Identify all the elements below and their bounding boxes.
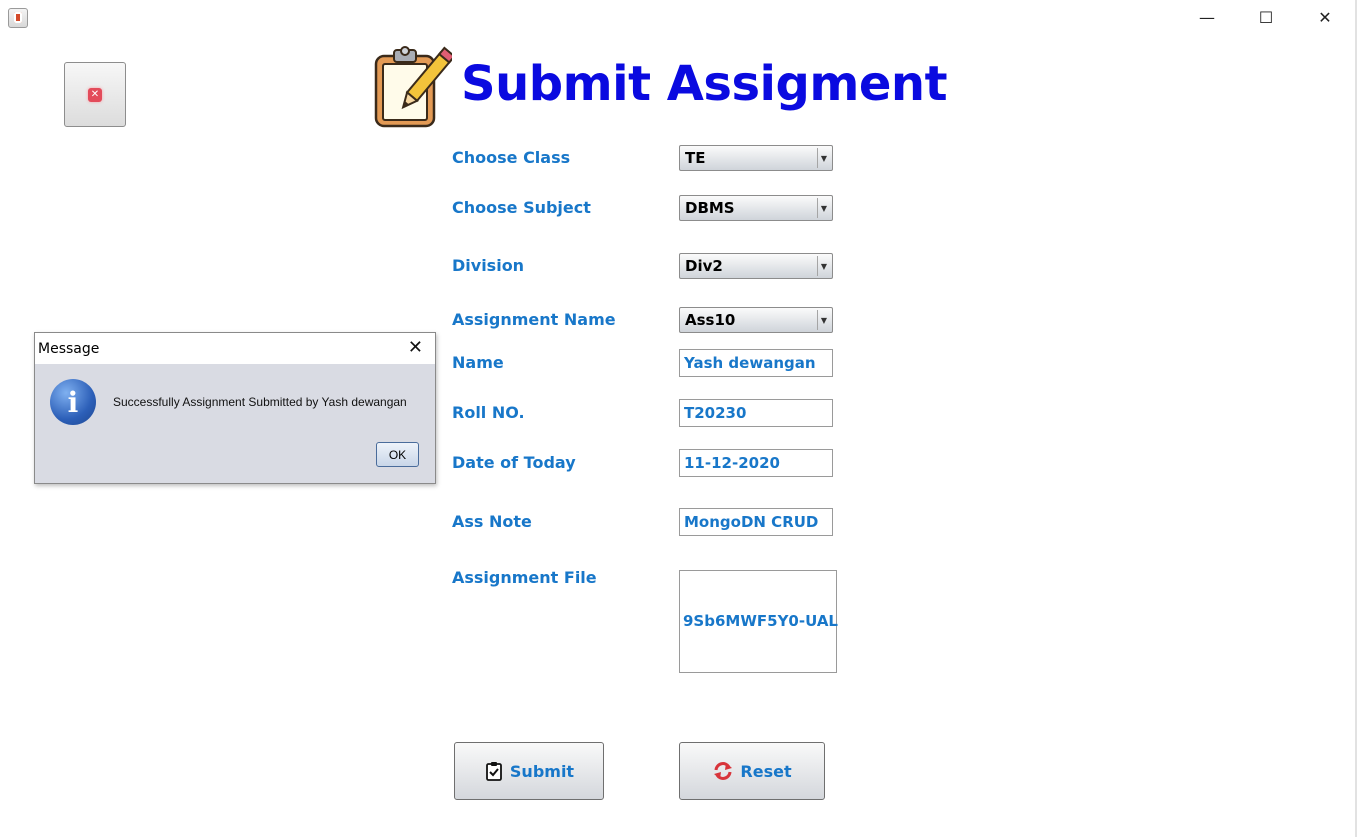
date-field[interactable]: 11-12-2020 [679, 449, 833, 477]
roll-field[interactable]: T20230 [679, 399, 833, 427]
close-icon: ✕ [88, 87, 102, 102]
division-select-value: Div2 [685, 257, 723, 275]
maximize-button[interactable]: ☐ [1237, 0, 1295, 34]
file-label: Assignment File [452, 568, 597, 587]
reset-button-label: Reset [740, 761, 792, 781]
assignment-file-field[interactable]: 9Sb6MWF5Y0-UAL [679, 570, 838, 673]
roll-field-value: T20230 [684, 404, 747, 422]
assignment-name-select-value: Ass10 [685, 311, 736, 329]
dialog-title-bar: Message ✕ [35, 333, 435, 364]
assignment-name-label: Assignment Name [452, 310, 616, 329]
date-field-value: 11-12-2020 [684, 454, 780, 472]
clipboard-pencil-icon [374, 46, 452, 128]
class-select[interactable]: TE ▼ [679, 145, 833, 171]
class-label: Choose Class [452, 148, 571, 167]
assignment-name-select[interactable]: Ass10 ▼ [679, 307, 833, 333]
division-label: Division [452, 256, 525, 275]
roll-label: Roll NO. [452, 403, 525, 422]
clipboard-check-icon [486, 762, 502, 781]
exit-button[interactable]: ✕ [64, 62, 126, 127]
submit-button[interactable]: Submit [454, 742, 604, 800]
info-icon: i [50, 379, 96, 425]
class-select-value: TE [685, 149, 706, 167]
note-field-value: MongoDN CRUD [684, 513, 819, 531]
division-select[interactable]: Div2 ▼ [679, 253, 833, 279]
dialog-title: Message [38, 341, 100, 357]
window-close-button[interactable]: ✕ [1296, 0, 1354, 34]
name-field[interactable]: Yash dewangan [679, 349, 833, 377]
chevron-down-icon: ▼ [817, 148, 830, 168]
name-field-value: Yash dewangan [684, 354, 816, 372]
refresh-icon [714, 762, 733, 780]
chevron-down-icon: ▼ [817, 198, 830, 218]
note-field[interactable]: MongoDN CRUD [679, 508, 833, 536]
note-label: Ass Note [452, 512, 532, 531]
message-dialog: Message ✕ i Successfully Assignment Subm… [34, 332, 436, 484]
subject-select-value: DBMS [685, 199, 735, 217]
chevron-down-icon: ▼ [817, 256, 830, 276]
submit-button-label: Submit [509, 761, 575, 781]
java-app-icon[interactable] [8, 8, 28, 28]
chevron-down-icon: ▼ [817, 310, 830, 330]
assignment-file-value: 9Sb6MWF5Y0-UAL [683, 612, 838, 630]
date-label: Date of Today [452, 453, 576, 472]
minimize-button[interactable]: — [1178, 0, 1236, 34]
page-title: Submit Assigment [461, 56, 948, 112]
subject-select[interactable]: DBMS ▼ [679, 195, 833, 221]
dialog-message: Successfully Assignment Submitted by Yas… [113, 395, 407, 409]
subject-label: Choose Subject [452, 198, 591, 217]
close-icon: ✕ [1318, 7, 1332, 27]
maximize-icon: ☐ [1258, 7, 1274, 27]
dialog-close-button[interactable]: ✕ [408, 337, 423, 358]
ok-button[interactable]: OK [376, 442, 419, 467]
name-label: Name [452, 353, 504, 372]
minimize-icon: — [1199, 7, 1215, 27]
reset-button[interactable]: Reset [679, 742, 825, 800]
